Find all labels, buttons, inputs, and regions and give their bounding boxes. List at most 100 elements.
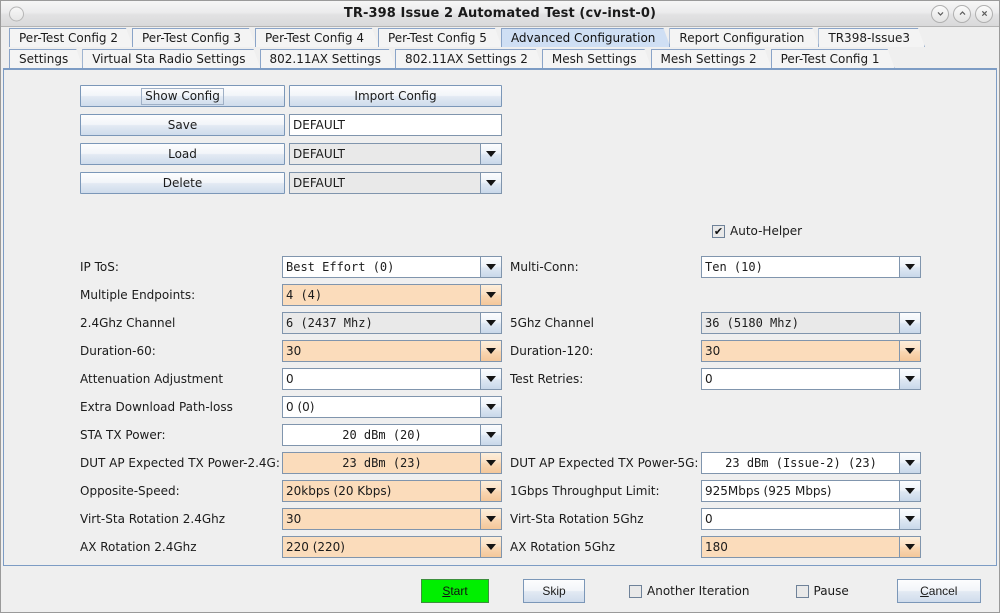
chevron-down-icon[interactable]	[480, 313, 501, 333]
select-virt-sta-rotation-2-4ghz[interactable]: 30	[282, 508, 502, 530]
pause-checkbox[interactable]: Pause	[795, 584, 849, 598]
select-multiple-endpoints[interactable]: 4 (4)	[282, 284, 502, 306]
tab-802-11ax-settings-2[interactable]: 802.11AX Settings 2	[395, 49, 543, 68]
start-rest: tart	[450, 584, 468, 598]
select-test-retries[interactable]: 0	[701, 368, 921, 390]
select-dut-ap-expected-tx-power-5g[interactable]: 23 dBm (Issue-2) (23)	[701, 452, 921, 474]
checkbox-indicator[interactable]: ✔	[712, 224, 725, 238]
save-button[interactable]: Save	[80, 114, 285, 136]
tab-label: Mesh Settings 2	[660, 52, 757, 66]
select-virt-sta-rotation-5ghz[interactable]: 0	[701, 508, 921, 530]
auto-helper-checkbox[interactable]: ✔ Auto-Helper	[712, 224, 802, 238]
load-config-value: DEFAULT	[290, 144, 480, 164]
select-attenuation-adjustment[interactable]: 0	[282, 368, 502, 390]
chevron-down-icon[interactable]	[899, 313, 920, 333]
select-dut-ap-expected-tx-power-2-4g[interactable]: 23 dBm (23)	[282, 452, 502, 474]
select-multi-conn[interactable]: Ten (10)	[701, 256, 921, 278]
checkbox-indicator[interactable]	[795, 584, 809, 598]
chevron-down-icon[interactable]	[480, 257, 501, 277]
label-dut-ap-expected-tx-power-5g: DUT AP Expected TX Power-5G:	[510, 456, 699, 470]
tab-label: Per-Test Config 5	[387, 31, 487, 45]
chevron-down-icon[interactable]	[480, 397, 501, 417]
show-config-button[interactable]: Show Config	[80, 85, 285, 107]
chevron-down-icon[interactable]	[480, 509, 501, 529]
label-multiple-endpoints: Multiple Endpoints:	[80, 288, 196, 302]
select-ax-rotation-5ghz[interactable]: 180	[701, 536, 921, 558]
another-iteration-checkbox[interactable]: Another Iteration	[629, 584, 750, 598]
chevron-down-icon[interactable]	[480, 481, 501, 501]
value-sta-tx-power: 20 dBm (20)	[283, 425, 480, 445]
value-ax-rotation-2-4ghz: 220 (220)	[283, 537, 480, 557]
chevron-down-icon[interactable]	[480, 144, 501, 164]
tab-mesh-settings-2[interactable]: Mesh Settings 2	[651, 49, 772, 68]
chevron-down-icon[interactable]	[480, 369, 501, 389]
tab-per-test-config-4[interactable]: Per-Test Config 4	[255, 28, 379, 47]
value-virt-sta-rotation-2-4ghz: 30	[283, 509, 480, 529]
tab-report-configuration[interactable]: Report Configuration	[669, 28, 819, 47]
select-duration-60[interactable]: 30	[282, 340, 502, 362]
delete-button[interactable]: Delete	[80, 172, 285, 194]
tab-advanced-configuration[interactable]: Advanced Configuration	[501, 28, 670, 47]
select-2-4ghz-channel[interactable]: 6 (2437 Mhz)	[282, 312, 502, 334]
start-button[interactable]: Start	[421, 579, 489, 603]
tab-per-test-config-1[interactable]: Per-Test Config 1	[771, 49, 895, 68]
chevron-down-icon[interactable]	[480, 537, 501, 557]
select-5ghz-channel[interactable]: 36 (5180 Mhz)	[701, 312, 921, 334]
import-config-button[interactable]: Import Config	[289, 85, 502, 107]
select-ip-tos[interactable]: Best Effort (0)	[282, 256, 502, 278]
select-sta-tx-power[interactable]: 20 dBm (20)	[282, 424, 502, 446]
tab-settings[interactable]: Settings	[9, 49, 83, 68]
tab-tr398-issue3[interactable]: TR398-Issue3	[818, 28, 925, 47]
chevron-down-icon[interactable]	[899, 481, 920, 501]
chevron-down-icon[interactable]	[480, 285, 501, 305]
label-1gbps-throughput-limit: 1Gbps Throughput Limit:	[510, 484, 660, 498]
chevron-down-icon[interactable]	[899, 453, 920, 473]
tab-per-test-config-3[interactable]: Per-Test Config 3	[132, 28, 256, 47]
value-multiple-endpoints: 4 (4)	[283, 285, 480, 305]
label-test-retries: Test Retries:	[510, 372, 584, 386]
select-opposite-speed[interactable]: 20kbps (20 Kbps)	[282, 480, 502, 502]
chevron-down-icon[interactable]	[899, 509, 920, 529]
delete-config-select[interactable]: DEFAULT	[289, 172, 502, 194]
minimize-icon[interactable]	[931, 4, 949, 23]
save-name-input[interactable]: DEFAULT	[289, 114, 502, 136]
cancel-button[interactable]: Cancel	[896, 579, 981, 603]
tab-802-11ax-settings[interactable]: 802.11AX Settings	[260, 49, 396, 68]
checkbox-indicator[interactable]	[629, 584, 642, 598]
value-test-retries: 0	[702, 369, 899, 389]
select-1gbps-throughput-limit[interactable]: 925Mbps (925 Mbps)	[701, 480, 921, 502]
chevron-down-icon[interactable]	[899, 341, 920, 361]
chevron-down-icon[interactable]	[899, 369, 920, 389]
start-accel: S	[442, 584, 451, 598]
chevron-down-icon[interactable]	[480, 453, 501, 473]
tab-label: Settings	[19, 52, 69, 66]
label-ax-rotation-2-4ghz: AX Rotation 2.4Ghz	[80, 540, 197, 554]
action-bar: Start Skip Another Iteration Pause Cance…	[1, 570, 999, 612]
tab-label: Per-Test Config 4	[264, 31, 364, 45]
another-iteration-label: Another Iteration	[647, 584, 750, 598]
skip-button[interactable]: Skip	[523, 579, 585, 603]
select-extra-download-path-loss[interactable]: 0 (0)	[282, 396, 502, 418]
load-config-select[interactable]: DEFAULT	[289, 143, 502, 165]
window-menu-icon[interactable]	[9, 6, 24, 21]
tab-per-test-config-2[interactable]: Per-Test Config 2	[9, 28, 133, 47]
value-ip-tos: Best Effort (0)	[283, 257, 480, 277]
tab-per-test-config-5[interactable]: Per-Test Config 5	[378, 28, 502, 47]
close-icon[interactable]	[975, 4, 993, 23]
tab-virtual-sta-radio-settings[interactable]: Virtual Sta Radio Settings	[82, 49, 260, 68]
select-duration-120[interactable]: 30	[701, 340, 921, 362]
maximize-icon[interactable]	[953, 4, 971, 23]
chevron-down-icon[interactable]	[899, 257, 920, 277]
label-virt-sta-rotation-5ghz: Virt-Sta Rotation 5Ghz	[510, 512, 644, 526]
chevron-down-icon[interactable]	[480, 341, 501, 361]
label-5ghz-channel: 5Ghz Channel	[510, 316, 594, 330]
chevron-down-icon[interactable]	[480, 173, 501, 193]
chevron-down-icon[interactable]	[480, 425, 501, 445]
chevron-down-icon[interactable]	[899, 537, 920, 557]
load-button[interactable]: Load	[80, 143, 285, 165]
label-duration-120: Duration-120:	[510, 344, 594, 358]
value-5ghz-channel: 36 (5180 Mhz)	[702, 313, 899, 333]
select-ax-rotation-2-4ghz[interactable]: 220 (220)	[282, 536, 502, 558]
label-attenuation-adjustment: Attenuation Adjustment	[80, 372, 224, 386]
tab-mesh-settings[interactable]: Mesh Settings	[542, 49, 652, 68]
